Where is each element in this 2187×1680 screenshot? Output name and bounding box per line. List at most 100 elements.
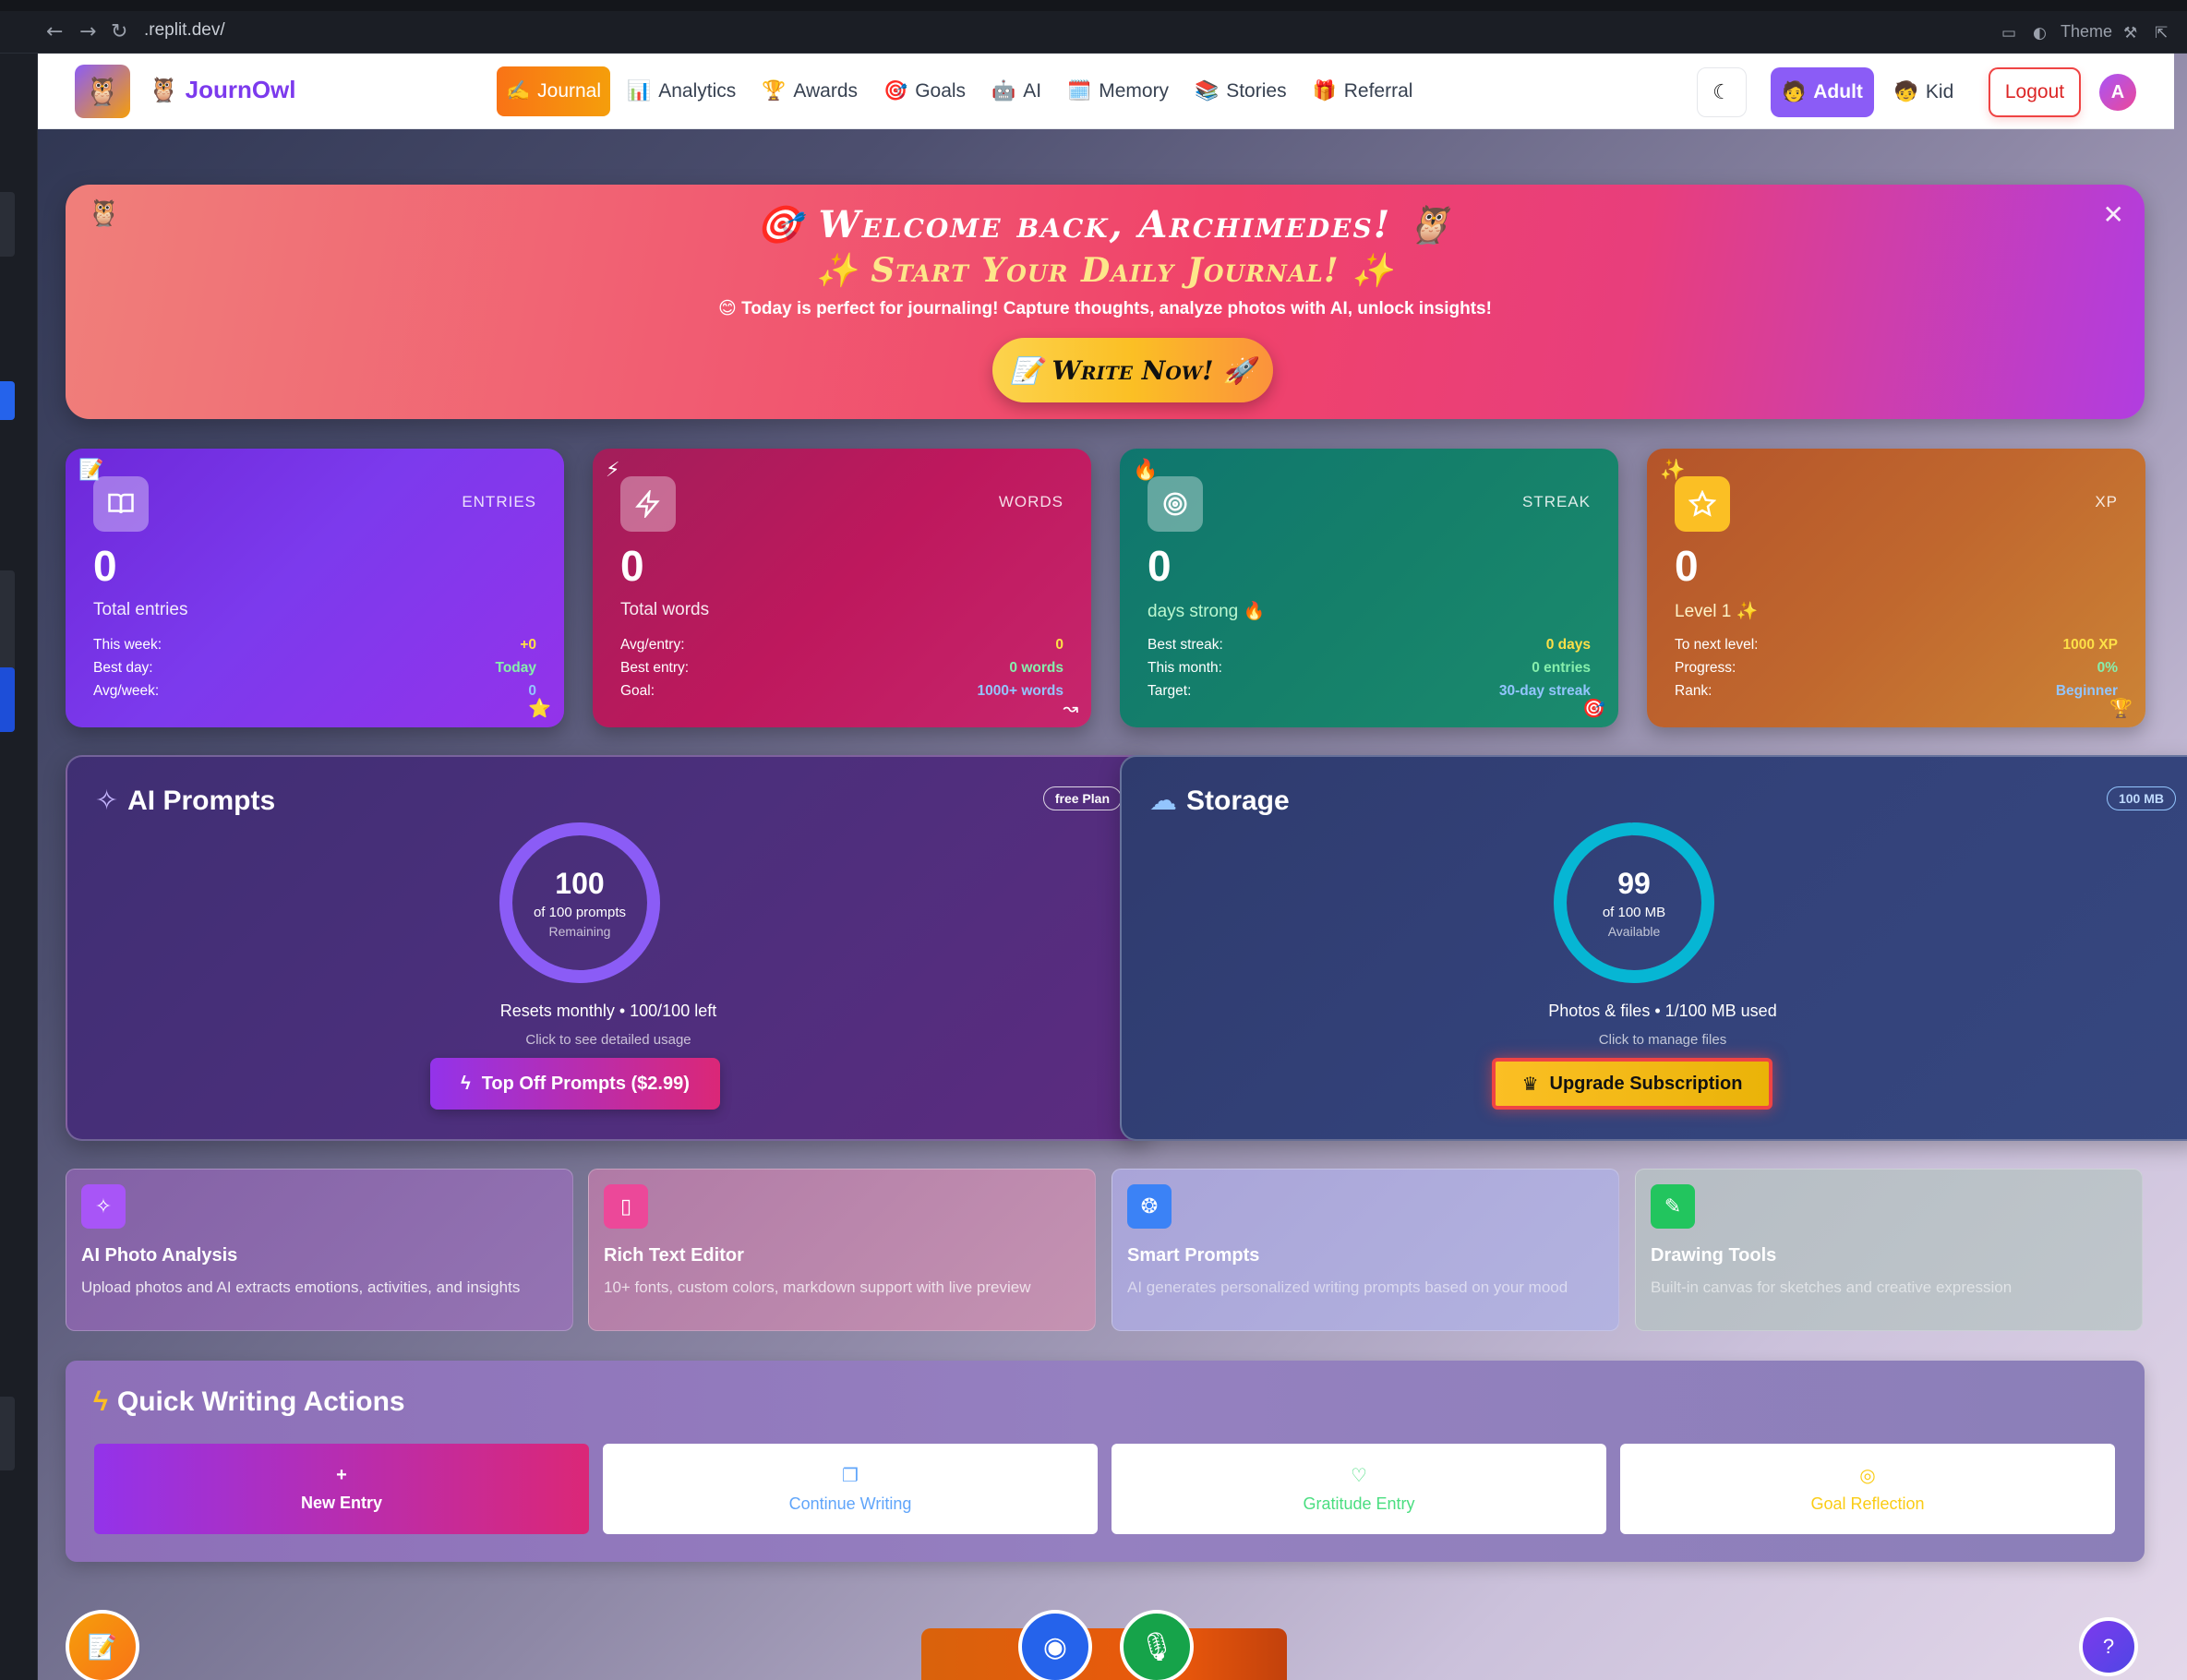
- upgrade-subscription-button[interactable]: ♛ Upgrade Subscription: [1492, 1058, 1772, 1110]
- write-now-button[interactable]: 📝 Write Now! 🚀: [992, 338, 1273, 402]
- address-bar[interactable]: .replit.dev/: [144, 20, 225, 41]
- ai-prompts-title: ✧ AI Prompts: [95, 785, 275, 817]
- open-external-icon[interactable]: ⇱: [2155, 24, 2168, 42]
- kid-mode-button[interactable]: 🧒 Kid: [1887, 67, 1961, 117]
- sparkle-icon: ✨: [815, 251, 859, 290]
- theme-button[interactable]: Theme: [2061, 22, 2112, 42]
- nav-item-journal[interactable]: ✍️ Journal: [497, 66, 611, 116]
- rail-block: [0, 570, 15, 681]
- microphone-button[interactable]: 🎙: [1120, 1610, 1194, 1680]
- cast-icon[interactable]: ▭: [2001, 24, 2016, 42]
- stat-row-value: 1000 XP: [2062, 637, 2118, 653]
- panel-title-text: AI Prompts: [127, 785, 276, 816]
- feature-title: AI Photo Analysis: [81, 1245, 238, 1266]
- logo-owl-icon[interactable]: 🦉: [75, 65, 130, 118]
- nav-item-memory[interactable]: 🗓️ Memory: [1058, 66, 1178, 116]
- new-entry-button[interactable]: + New Entry: [94, 1444, 589, 1534]
- storage-panel[interactable]: ☁ Storage 100 MB 99 of 100 MB Available …: [1120, 755, 2187, 1141]
- browser-toolbar: ← → ↻ .replit.dev/ ▭ ◐ Theme ⚒ ⇱: [0, 0, 2187, 54]
- stat-row: Target: 30-day streak: [1148, 679, 1591, 702]
- brand[interactable]: 🦉 JournOwl: [149, 76, 296, 104]
- stat-card-words[interactable]: ⚡ WORDS 0 Total words Avg/entry: 0 Best e…: [593, 449, 1091, 727]
- camera-button[interactable]: ◉: [1018, 1610, 1092, 1680]
- nav-label: Memory: [1099, 80, 1170, 102]
- top-off-prompts-button[interactable]: ϟ Top Off Prompts ($2.99): [430, 1058, 720, 1110]
- welcome-subtitle: ✨ Start Your Daily Journal! ✨: [66, 251, 2145, 290]
- stat-row-key: Goal:: [620, 683, 655, 699]
- gratitude-entry-button[interactable]: ♡ Gratitude Entry: [1112, 1444, 1606, 1534]
- trophy-icon: 🏆: [2109, 699, 2133, 719]
- feature-title: Drawing Tools: [1651, 1245, 1777, 1266]
- star-badge-icon: ⭐: [528, 699, 551, 719]
- logout-button[interactable]: Logout: [1989, 67, 2081, 117]
- prompts-hint[interactable]: Click to see detailed usage: [67, 1032, 1149, 1048]
- memo-icon: 📝: [87, 1632, 118, 1661]
- stat-row-value: 0 days: [1545, 637, 1591, 653]
- storage-title: ☁ Storage: [1149, 785, 1290, 817]
- nav-label: AI: [1023, 80, 1042, 102]
- nav-item-goals[interactable]: 🎯 Goals: [874, 66, 975, 116]
- welcome-banner: 🦉 ✕ 🎯 Welcome back, Archimedes! 🦉 ✨ Star…: [66, 185, 2145, 419]
- brain-icon: ❂: [1127, 1184, 1172, 1229]
- feature-title: Rich Text Editor: [604, 1245, 744, 1266]
- help-button[interactable]: ?: [2079, 1617, 2138, 1676]
- stat-row: Avg/entry: 0: [620, 633, 1063, 656]
- back-icon[interactable]: ←: [46, 20, 63, 43]
- nav-item-referral[interactable]: 🎁 Referral: [1304, 66, 1423, 116]
- feature-desc: AI generates personalized writing prompt…: [1127, 1278, 1568, 1296]
- reload-icon[interactable]: ↻: [111, 20, 127, 43]
- adult-label: Adult: [1813, 81, 1863, 102]
- target-icon: 🎯: [883, 80, 908, 102]
- stat-label: STREAK: [1521, 493, 1591, 510]
- stat-row-value: 1000+ words: [977, 683, 1063, 699]
- sparkles-icon: ✧: [95, 786, 119, 816]
- prompts-state: Remaining: [548, 924, 611, 939]
- nav-item-awards[interactable]: 🏆 Awards: [752, 66, 867, 116]
- storage-available: 99: [1617, 867, 1651, 900]
- nav-label: Referral: [1343, 80, 1413, 102]
- calendar-icon: 🗓️: [1067, 80, 1092, 102]
- feature-rich-text-editor[interactable]: ▯ Rich Text Editor 10+ fonts, custom col…: [588, 1169, 1096, 1331]
- welcome-title: 🎯 Welcome back, Archimedes! 🦉: [66, 203, 2145, 246]
- nav-item-ai[interactable]: 🤖 AI: [982, 66, 1051, 116]
- lightning-icon: ⚡: [606, 458, 620, 481]
- storage-hint[interactable]: Click to manage files: [1122, 1032, 2187, 1048]
- nav-item-stories[interactable]: 📚 Stories: [1185, 66, 1296, 116]
- goal-reflection-button[interactable]: ◎ Goal Reflection: [1620, 1444, 2115, 1534]
- stat-card-streak[interactable]: 🔥 STREAK 0 days strong 🔥 Best streak: 0 d…: [1120, 449, 1618, 727]
- wrench-icon[interactable]: ⚒: [2123, 24, 2137, 42]
- stat-card-xp[interactable]: ✨ XP 0 Level 1 ✨ To next level: 1000 XP P…: [1647, 449, 2145, 727]
- cloud-icon: ☁: [1149, 786, 1177, 816]
- adult-mode-button[interactable]: 🧑 Adult: [1771, 67, 1874, 117]
- floating-write-button[interactable]: 📝: [66, 1610, 139, 1680]
- star-icon: [1675, 476, 1730, 532]
- stat-caption: Total words: [620, 600, 710, 619]
- rail-block: [0, 192, 15, 257]
- prompts-info: Resets monthly • 100/100 left: [499, 1002, 717, 1020]
- feature-drawing-tools[interactable]: ✎ Drawing Tools Built-in canvas for sket…: [1635, 1169, 2143, 1331]
- plus-icon: +: [336, 1465, 347, 1485]
- feature-ai-photo-analysis[interactable]: ✧ AI Photo Analysis Upload photos and AI…: [66, 1169, 573, 1331]
- target-icon: [1148, 476, 1203, 532]
- adult-icon: 🧑: [1782, 81, 1807, 102]
- continue-writing-button[interactable]: ❐ Continue Writing: [603, 1444, 1098, 1534]
- memo-icon: 📝: [1010, 354, 1043, 386]
- palette-icon[interactable]: ◐: [2033, 24, 2047, 42]
- stat-row: Best entry: 0 words: [620, 656, 1063, 679]
- nav-item-analytics[interactable]: 📊 Analytics: [618, 66, 745, 116]
- stat-row-key: Rank:: [1675, 683, 1712, 699]
- nav-label: Stories: [1226, 80, 1287, 102]
- ai-prompts-panel[interactable]: ✧ AI Prompts free Plan 100 of 100 prompt…: [66, 755, 1151, 1141]
- stat-row-value: 30-day streak: [1498, 683, 1591, 699]
- stat-row: This week: +0: [93, 633, 536, 656]
- dark-mode-toggle[interactable]: ☾: [1697, 67, 1747, 117]
- stat-card-entries[interactable]: 📝 ENTRIES 0 Total entries This week: +0 B…: [66, 449, 564, 727]
- feature-smart-prompts[interactable]: ❂ Smart Prompts AI generates personalize…: [1112, 1169, 1619, 1331]
- action-label: New Entry: [300, 1494, 383, 1512]
- rail-help-tab[interactable]: [0, 381, 15, 420]
- forward-icon[interactable]: →: [79, 20, 96, 43]
- storage-badge: 100 MB: [2106, 786, 2176, 810]
- stat-row-value: Beginner: [2055, 683, 2118, 699]
- avatar[interactable]: A: [2099, 74, 2136, 111]
- nav-label: Goals: [915, 80, 967, 102]
